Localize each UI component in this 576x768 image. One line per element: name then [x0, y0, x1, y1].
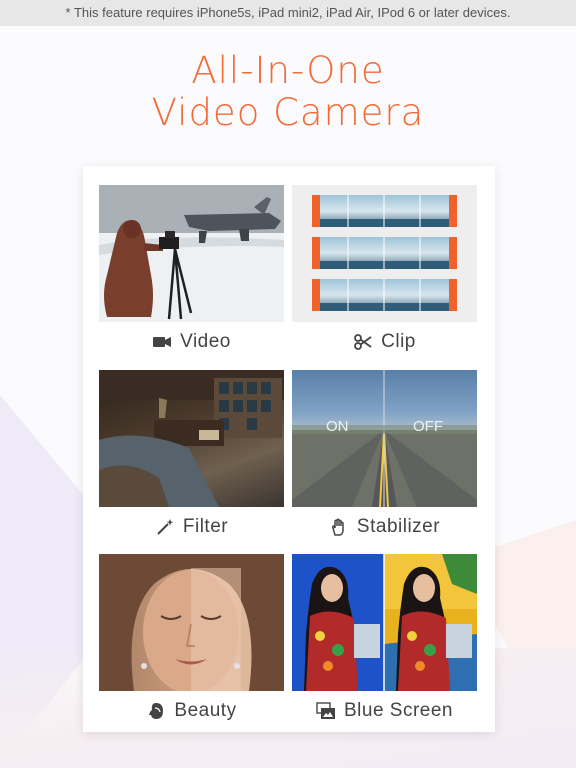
face-icon [146, 701, 166, 721]
feature-label-stabilizer: Stabilizer [292, 507, 477, 547]
stabilizer-feature-image: ON OFF [292, 370, 477, 507]
layers-icon [316, 701, 336, 721]
feature-tile-clip[interactable]: Clip [292, 185, 477, 362]
filter-feature-image [99, 370, 284, 507]
headline-line-1: All-In-One [191, 49, 385, 92]
feature-tile-video[interactable]: Video [99, 185, 284, 362]
scissors-icon [353, 332, 373, 352]
feature-tile-beauty[interactable]: Beauty [99, 554, 284, 731]
feature-label-video-text: Video [180, 331, 231, 352]
clip-strip-2 [312, 237, 457, 269]
feature-label-beauty: Beauty [99, 691, 284, 731]
clip-strip-3 [312, 279, 457, 311]
hand-icon [329, 517, 349, 537]
video-feature-image [99, 185, 284, 322]
beauty-feature-image [99, 554, 284, 691]
device-requirement-notice: * This feature requires iPhone5s, iPad m… [0, 0, 576, 26]
feature-label-beauty-text: Beauty [174, 700, 237, 721]
stabilizer-on-label: ON [326, 418, 349, 435]
blue-screen-feature-image [292, 554, 477, 691]
feature-label-blue-screen: Blue Screen [292, 691, 477, 731]
clip-strip-1 [312, 195, 457, 227]
feature-tile-stabilizer[interactable]: ON OFF Stabilizer [292, 370, 477, 547]
clip-feature-image [292, 185, 477, 322]
feature-label-video: Video [99, 322, 284, 362]
feature-label-clip: Clip [292, 322, 477, 362]
video-camera-icon [152, 332, 172, 352]
magic-wand-icon [155, 517, 175, 537]
headline: All-In-One Video Camera [0, 50, 576, 134]
feature-tile-blue-screen[interactable]: Blue Screen [292, 554, 477, 731]
feature-label-filter: Filter [99, 507, 284, 547]
feature-tile-filter[interactable]: Filter [99, 370, 284, 547]
feature-card: Video Clip Filter ON OFF Stabilizer Beau… [83, 166, 495, 732]
feature-label-blue-screen-text: Blue Screen [343, 700, 453, 721]
feature-label-filter-text: Filter [182, 516, 229, 537]
stabilizer-off-label: OFF [413, 418, 443, 435]
feature-label-stabilizer-text: Stabilizer [356, 516, 441, 537]
headline-line-2: Video Camera [151, 91, 425, 134]
feature-label-clip-text: Clip [381, 331, 416, 352]
